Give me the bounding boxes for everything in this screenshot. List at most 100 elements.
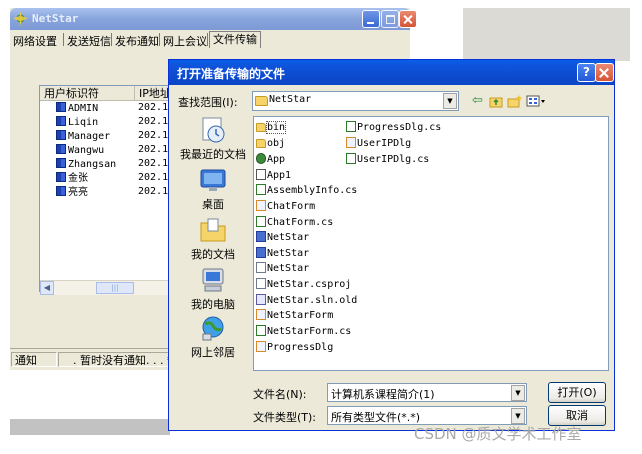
place-my-documents[interactable]: 我的文档 [174, 217, 252, 262]
chevron-down-icon[interactable]: ▼ [443, 93, 457, 109]
ip-cell: 202.1 [138, 186, 169, 197]
place-desktop[interactable]: 桌面 [174, 167, 252, 212]
file-item[interactable]: ChatForm [256, 200, 315, 213]
open-button[interactable]: 打开(O) [548, 382, 606, 403]
menu-file-transfer[interactable]: 文件传输 [209, 31, 261, 48]
file-item[interactable]: App [256, 153, 285, 166]
close-button[interactable] [399, 10, 417, 28]
place-recent-documents[interactable]: 我最近的文档 [174, 117, 252, 162]
ip-cell: 202.1 [138, 158, 169, 169]
user-row[interactable]: ADMIN [56, 102, 98, 114]
scroll-thumb[interactable]: ||| [96, 282, 134, 294]
look-in-label: 查找范围(I): [178, 96, 238, 109]
dialog-close-button[interactable] [595, 63, 614, 82]
dialog-title: 打开准备传输的文件 [177, 67, 286, 81]
file-list[interactable]: bin obj App App1 AssemblyInfo.cs ChatFor… [253, 116, 609, 371]
user-icon [56, 158, 66, 168]
file-item[interactable]: obj [256, 137, 285, 150]
help-button[interactable]: ? [577, 63, 596, 82]
user-icon [56, 102, 66, 112]
folder-icon [256, 123, 266, 132]
user-icon [56, 116, 66, 126]
ip-cell: 202.1 [138, 116, 169, 127]
file-item[interactable]: ProgressDlg [256, 341, 333, 354]
desktop-icon [200, 169, 226, 191]
places-bar: 我最近的文档 桌面 我的文档 我的电脑 网上邻居 [174, 117, 252, 360]
up-folder-icon[interactable] [489, 93, 503, 109]
my-documents-icon [200, 218, 226, 242]
dialog-title-bar[interactable]: 打开准备传输的文件 ? [169, 60, 614, 85]
form-file-icon [346, 137, 356, 148]
menu-publish-notice[interactable]: 发布通知 [115, 33, 159, 49]
file-item[interactable]: AssemblyInfo.cs [256, 184, 357, 197]
look-in-dropdown[interactable]: NetStar ▼ [252, 91, 459, 111]
menu-separator [63, 33, 64, 46]
file-item[interactable]: ProgressDlg.cs [346, 121, 441, 134]
minimize-button[interactable] [362, 10, 380, 28]
file-item[interactable]: ChatForm.cs [256, 216, 333, 229]
file-name-input[interactable]: 计算机系课程简介(1) ▼ [327, 383, 527, 402]
file-item[interactable]: NetStarForm.cs [256, 325, 351, 338]
ip-cell: 202.1 [138, 172, 169, 183]
ip-cell: 202.1 [138, 144, 169, 155]
back-arrow-icon[interactable]: ⇦ [472, 93, 483, 109]
menu-separator [159, 33, 160, 46]
chevron-down-icon[interactable]: ▼ [511, 385, 525, 401]
scroll-left-arrow-icon[interactable]: ◀ [40, 281, 54, 295]
status-text: . 暂时没有通知. . . ** [58, 352, 173, 367]
app-icon [256, 153, 266, 164]
file-item[interactable]: bin [256, 121, 287, 134]
user-icon [56, 144, 66, 154]
watermark: CSDN @质文学术工作室 [414, 425, 582, 443]
file-item[interactable]: NetStar [256, 231, 309, 244]
chevron-down-icon[interactable]: ▼ [511, 408, 525, 424]
user-row[interactable]: Wangwu [56, 144, 104, 156]
file-item[interactable]: NetStar.csproj [256, 278, 351, 291]
status-label: 通知 [11, 352, 57, 367]
solution-file-icon [256, 294, 266, 305]
form-file-icon [256, 200, 266, 211]
menu-network-settings[interactable]: 网络设置 [13, 33, 57, 49]
user-row[interactable]: Zhangsan [56, 158, 116, 170]
ip-cell: 202.1 [138, 130, 169, 141]
file-item[interactable]: NetStarForm [256, 309, 333, 322]
place-my-computer[interactable]: 我的电脑 [174, 267, 252, 312]
file-name-label: 文件名(N): [253, 388, 307, 401]
file-item[interactable]: NetStar [256, 247, 309, 260]
menu-online-meeting[interactable]: 网上会议 [163, 33, 207, 49]
user-row[interactable]: Liqin [56, 116, 98, 128]
file-item[interactable]: UserIPDlg.cs [346, 153, 429, 166]
ip-cell: 202.1 [138, 102, 169, 113]
view-menu-icon[interactable] [526, 93, 546, 109]
cs-file-icon [256, 216, 266, 227]
cs-file-icon [256, 325, 266, 336]
form-file-icon [256, 341, 266, 352]
cs-file-icon [256, 184, 266, 195]
user-row[interactable]: 亮亮 [56, 186, 88, 198]
file-item[interactable]: App1 [256, 169, 291, 182]
menu-separator [207, 33, 208, 46]
file-item[interactable]: UserIPDlg [346, 137, 411, 150]
user-icon [56, 172, 66, 182]
file-item[interactable]: NetStar.sln.old [256, 294, 357, 307]
document-icon [256, 262, 266, 273]
folder-icon [256, 139, 266, 148]
main-title-bar[interactable]: NetStar [10, 8, 417, 30]
form-file-icon [256, 309, 266, 320]
background-window [463, 8, 630, 61]
main-menu-bar: 网络设置 发送短信 发布通知 网上会议 文件传输 [10, 31, 410, 49]
column-header-user-id[interactable]: 用户标识符 [40, 86, 135, 101]
exe-file-icon [256, 247, 266, 258]
file-item[interactable]: NetStar [256, 262, 309, 275]
open-file-dialog: 打开准备传输的文件 ? 查找范围(I): NetStar ▼ ⇦ 我最近的文档 … [168, 59, 615, 431]
user-row[interactable]: Manager [56, 130, 110, 142]
maximize-button[interactable] [381, 10, 399, 28]
new-folder-icon[interactable] [507, 93, 523, 109]
my-computer-icon [202, 268, 224, 292]
network-places-icon [202, 316, 224, 341]
menu-send-sms[interactable]: 发送短信 [67, 33, 111, 49]
user-row[interactable]: 金张 [56, 172, 88, 184]
cs-file-icon [346, 121, 356, 132]
main-window-title: NetStar [32, 12, 79, 25]
place-network[interactable]: 网上邻居 [174, 315, 252, 360]
